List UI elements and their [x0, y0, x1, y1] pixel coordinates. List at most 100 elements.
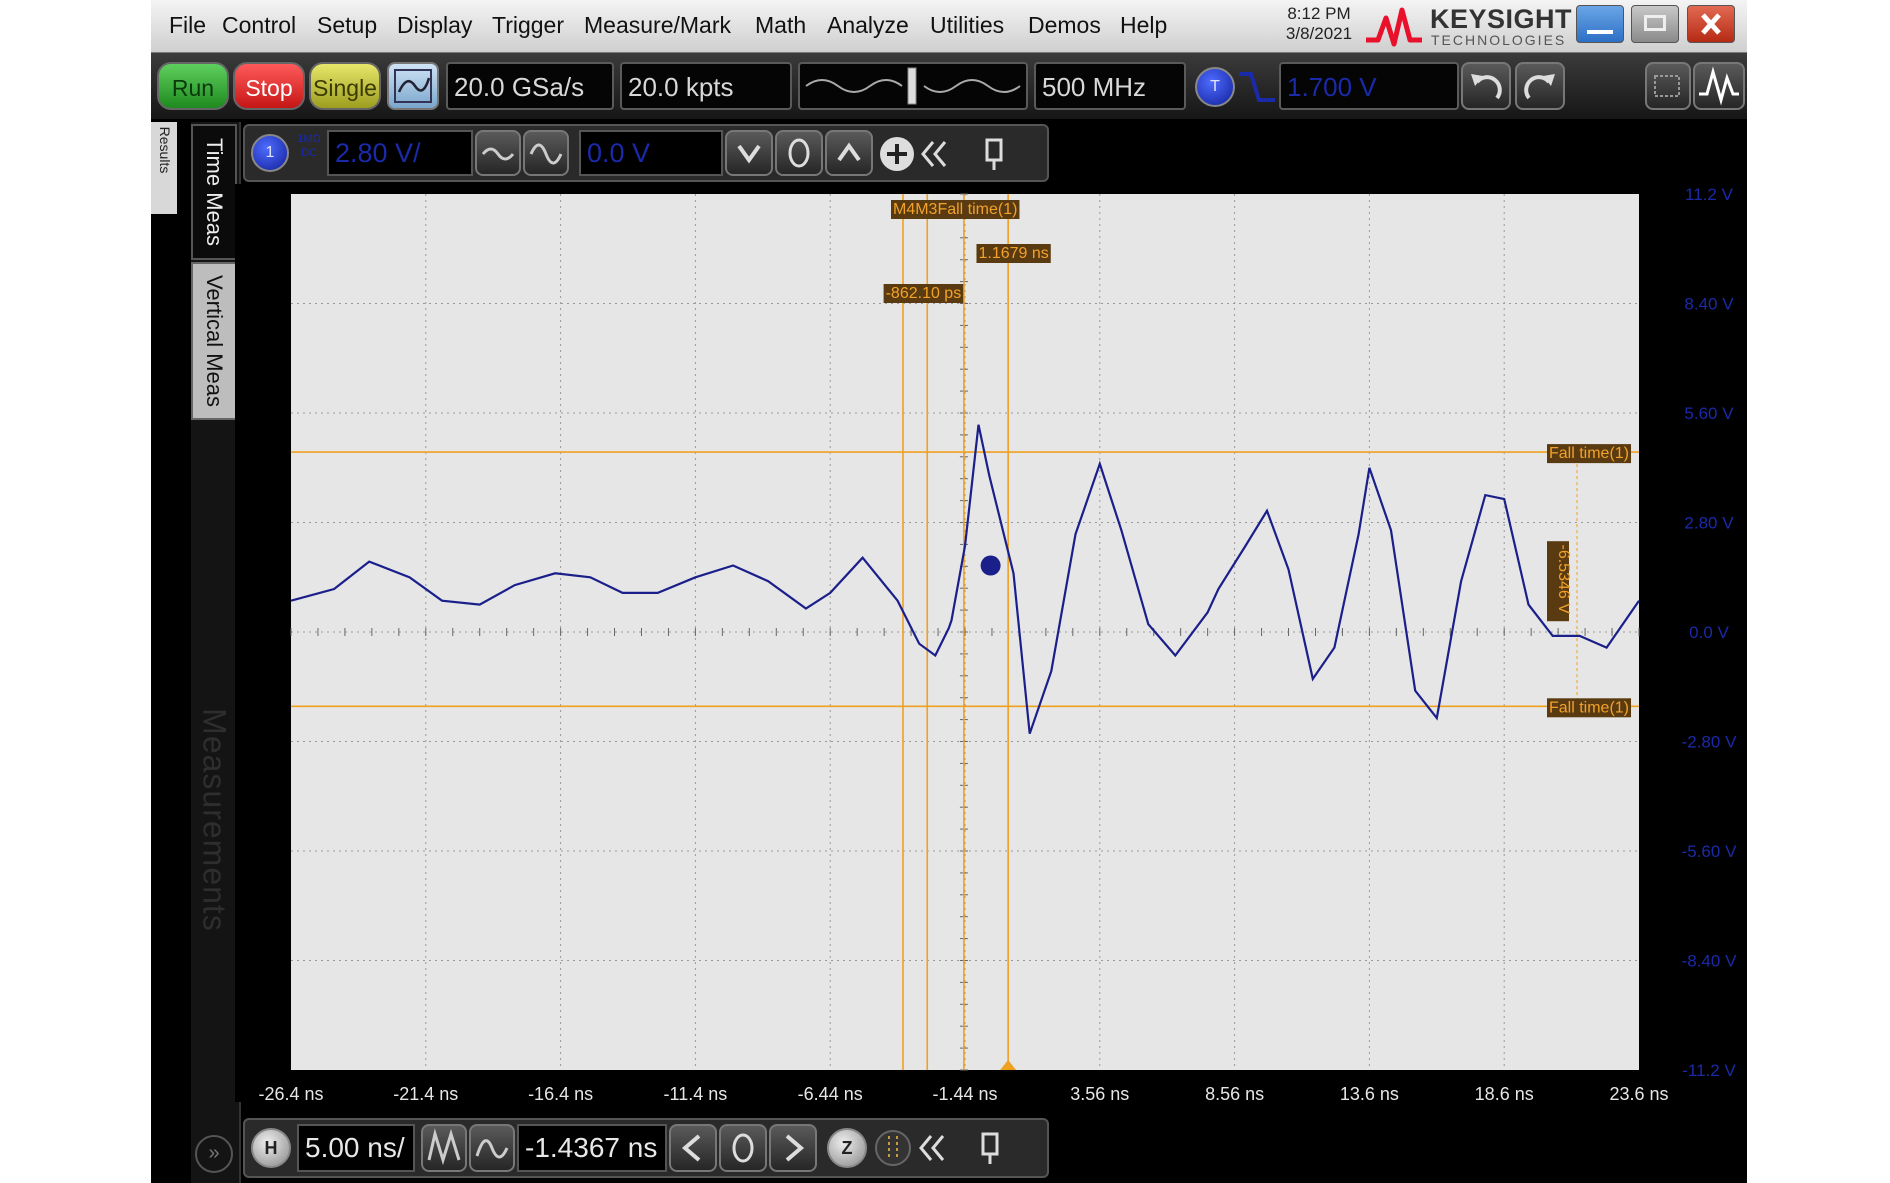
- collapse-icon[interactable]: [917, 1128, 949, 1168]
- channel-coupling: 1MΩ DC: [293, 132, 325, 174]
- redo-icon: [1524, 74, 1555, 100]
- sine-wave-icon: [475, 1139, 509, 1159]
- brand-name: KEYSIGHT: [1430, 4, 1573, 34]
- waveform-touch-icon: [1699, 66, 1739, 106]
- menu-analyze[interactable]: Analyze: [827, 12, 909, 39]
- trigger-level-field[interactable]: 1.700 V: [1279, 62, 1459, 110]
- oscilloscope-window: File Control Setup Display Trigger Measu…: [151, 0, 1747, 1183]
- y-tick-label: -8.40 V: [1682, 952, 1737, 971]
- expand-panel-icon[interactable]: »: [195, 1135, 233, 1173]
- add-channel-icon[interactable]: [877, 134, 917, 174]
- waveform-overview[interactable]: [798, 62, 1028, 110]
- waveform-display[interactable]: M4M3Fall time(1) 1.1679 ns -862.10 ps Fa…: [235, 184, 1747, 1102]
- x-tick-label: -26.4 ns: [258, 1084, 323, 1102]
- channel-1-button[interactable]: 1: [251, 134, 289, 172]
- offset-up-button[interactable]: [825, 130, 873, 176]
- time-position-field[interactable]: -1.4367 ns: [517, 1124, 667, 1172]
- position-left-button[interactable]: [669, 1124, 717, 1172]
- menu-control[interactable]: Control: [222, 12, 296, 39]
- zoom-button[interactable]: Z: [827, 1128, 867, 1168]
- y-tick-label: -5.60 V: [1682, 842, 1737, 861]
- maximize-icon: [1644, 15, 1666, 31]
- x-tick-label: 3.56 ns: [1070, 1084, 1129, 1102]
- sine-large-icon: [529, 143, 563, 165]
- collapse-icon[interactable]: [919, 134, 951, 174]
- sample-rate-field[interactable]: 20.0 GSa/s: [446, 62, 614, 110]
- menu-utilities[interactable]: Utilities: [930, 12, 1004, 39]
- x-tick-label: 13.6 ns: [1340, 1084, 1399, 1102]
- run-button[interactable]: Run: [157, 62, 229, 110]
- tab-time-meas-label: Time Meas: [202, 138, 227, 246]
- stop-button[interactable]: Stop: [233, 62, 305, 110]
- horizontal-button[interactable]: H: [251, 1128, 291, 1168]
- autoscale-button[interactable]: [387, 62, 439, 110]
- pin-icon[interactable]: [975, 1128, 1007, 1168]
- sine-small-icon: [481, 147, 515, 161]
- minimize-icon: [1587, 30, 1613, 34]
- delta-time-1: 1.1679 ns: [978, 245, 1048, 262]
- x-axis-labels: -26.4 ns -21.4 ns -16.4 ns -11.4 ns -6.44 ns…: [258, 1084, 1668, 1102]
- chevron-up-icon: [837, 142, 861, 162]
- single-button[interactable]: Single: [309, 62, 381, 110]
- menu-measure-mark[interactable]: Measure/Mark: [584, 12, 731, 39]
- pulse-icon: [427, 1128, 461, 1166]
- marker-label: M4M3Fall time(1): [893, 201, 1017, 218]
- time-scale-fine-button[interactable]: [421, 1124, 467, 1172]
- results-tab-label: Results: [157, 126, 173, 174]
- menu-setup[interactable]: Setup: [317, 12, 377, 39]
- waveform-plot[interactable]: M4M3Fall time(1) 1.1679 ns -862.10 ps Fa…: [235, 184, 1747, 1102]
- menu-demos[interactable]: Demos: [1028, 12, 1101, 39]
- zoom-box-button[interactable]: [1645, 62, 1691, 110]
- menu-help[interactable]: Help: [1120, 12, 1167, 39]
- delta-voltage: -6.5346 V: [1555, 545, 1572, 615]
- memory-depth-field[interactable]: 20.0 kpts: [620, 62, 792, 110]
- redo-button[interactable]: [1515, 62, 1565, 110]
- position-right-button[interactable]: [769, 1124, 817, 1172]
- menu-display[interactable]: Display: [397, 12, 472, 39]
- offset-down-button[interactable]: [725, 130, 773, 176]
- pin-icon[interactable]: [979, 134, 1011, 174]
- trigger-source-button[interactable]: T: [1195, 67, 1235, 107]
- undo-icon: [1471, 74, 1502, 100]
- menu-trigger[interactable]: Trigger: [492, 12, 564, 39]
- channel-offset-field[interactable]: 0.0 V: [579, 130, 723, 176]
- time-scale-coarse-button[interactable]: [469, 1124, 515, 1172]
- chevron-down-icon: [737, 144, 761, 164]
- channel-scale-field[interactable]: 2.80 V/: [327, 130, 473, 176]
- clock-time: 8:12 PM: [1287, 4, 1351, 23]
- y-tick-label: -11.2 V: [1682, 1061, 1736, 1080]
- offset-zero-button[interactable]: [775, 130, 823, 176]
- x-tick-label: 18.6 ns: [1475, 1084, 1534, 1102]
- trigger-point-marker: [980, 555, 1001, 576]
- chevron-left-icon: [681, 1134, 701, 1162]
- menu-file[interactable]: File: [169, 12, 206, 39]
- clock: 8:12 PM 3/8/2021: [1269, 4, 1369, 44]
- fine-scale-button[interactable]: [475, 130, 521, 176]
- chevron-right-icon: [785, 1134, 805, 1162]
- trigger-edge-icon: [1239, 72, 1275, 102]
- position-zero-button[interactable]: [719, 1124, 767, 1172]
- close-icon: [1701, 13, 1721, 35]
- minimize-button[interactable]: [1576, 5, 1624, 43]
- brand-subtitle: TECHNOLOGIES: [1431, 32, 1567, 48]
- menu-math[interactable]: Math: [755, 12, 806, 39]
- zoom-box-icon: [1654, 75, 1680, 97]
- y-tick-label: 0.0 V: [1689, 623, 1729, 642]
- waveform-overview-graphic: [805, 67, 1021, 105]
- zero-icon: [732, 1133, 754, 1163]
- maximize-button[interactable]: [1631, 5, 1679, 43]
- close-button[interactable]: [1687, 5, 1735, 43]
- zero-icon: [788, 138, 810, 168]
- coarse-scale-button[interactable]: [523, 130, 569, 176]
- undo-button[interactable]: [1461, 62, 1511, 110]
- touch-mode-button[interactable]: [1693, 62, 1745, 110]
- x-tick-label: -21.4 ns: [393, 1084, 458, 1102]
- y-tick-label: 2.80 V: [1684, 514, 1734, 533]
- channel-coupling-mode: DC: [301, 147, 317, 159]
- reference-icon[interactable]: [873, 1128, 913, 1168]
- x-tick-label: -1.44 ns: [932, 1084, 997, 1102]
- upper-threshold-label: Fall time(1): [1549, 445, 1629, 462]
- time-scale-field[interactable]: 5.00 ns/: [297, 1124, 415, 1172]
- bandwidth-field[interactable]: 500 MHz: [1034, 62, 1186, 110]
- menu-bar: File Control Setup Display Trigger Measu…: [151, 0, 1747, 53]
